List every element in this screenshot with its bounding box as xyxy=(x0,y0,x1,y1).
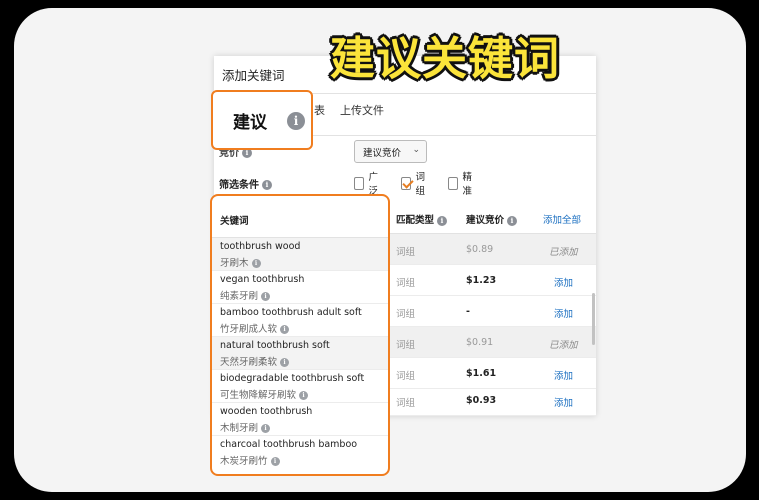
header-suggested-bid: 建议竞价 i xyxy=(466,212,518,226)
filter-exact[interactable]: 精准 xyxy=(448,172,476,197)
tab-upload-file[interactable]: 上传文件 xyxy=(340,102,384,118)
list-item: toothbrush wood 牙刷木 i xyxy=(212,238,388,271)
keyword-column-highlight: 关键词 toothbrush wood 牙刷木 i vegan toothbrus… xyxy=(210,194,390,476)
tab-suggested[interactable]: 建议 xyxy=(233,108,267,133)
list-item: charcoal toothbrush bamboo 木炭牙刷竹 i xyxy=(212,436,388,469)
suggested-bid: $0.91 xyxy=(466,337,494,348)
keyword-column-header: 关键词 xyxy=(212,196,388,238)
info-icon: i xyxy=(251,259,261,268)
suggested-bid: $1.61 xyxy=(466,368,497,379)
match-type: 词组 xyxy=(396,309,416,320)
suggested-bid: $0.93 xyxy=(466,395,497,406)
checkbox-broad[interactable] xyxy=(354,176,364,190)
add-all-button[interactable]: 添加全部 xyxy=(543,212,581,226)
keyword-translation: 木制牙刷 i xyxy=(220,420,271,434)
add-button[interactable]: 添加 xyxy=(554,395,573,409)
info-icon: i xyxy=(299,391,309,400)
keyword-text: wooden toothbrush xyxy=(220,406,313,417)
info-icon: i xyxy=(261,424,271,433)
keyword-text: bamboo toothbrush adult soft xyxy=(220,307,362,318)
header-match-type: 匹配类型 i xyxy=(396,212,448,226)
keyword-text: charcoal toothbrush bamboo xyxy=(220,439,358,450)
match-type: 词组 xyxy=(396,278,416,289)
scrollbar[interactable] xyxy=(592,293,595,345)
keyword-translation: 木炭牙刷竹 i xyxy=(220,453,280,467)
overlay-title: 建议关键词 xyxy=(330,32,561,85)
info-icon: i xyxy=(270,457,280,466)
filter-broad-label: 广泛 xyxy=(368,172,379,197)
screenshot-frame: 添加关键词 表 上传文件 竞价 i 建议竞价 ⌄ 筛选条件 i 广泛 词组 精准… xyxy=(14,8,746,492)
tab-list[interactable]: 表 xyxy=(314,102,325,118)
list-item: bamboo toothbrush adult soft 竹牙刷成人软 i xyxy=(212,304,388,337)
keyword-translation: 可生物降解牙刷软 i xyxy=(220,387,309,401)
suggested-tab-highlight[interactable]: 建议 i xyxy=(211,90,313,150)
bid-select-value: 建议竞价 xyxy=(363,148,402,159)
keyword-text: natural toothbrush soft xyxy=(220,340,330,351)
info-icon: i xyxy=(280,325,290,334)
suggested-bid: $0.89 xyxy=(466,244,494,255)
suggested-bid: $1.23 xyxy=(466,275,497,286)
list-item: natural toothbrush soft 天然牙刷柔软 i xyxy=(212,337,388,370)
added-status: 已添加 xyxy=(549,340,578,351)
bid-select[interactable]: 建议竞价 ⌄ xyxy=(354,140,427,163)
keyword-text: vegan toothbrush xyxy=(220,274,305,285)
keyword-text: toothbrush wood xyxy=(220,241,301,252)
match-type: 词组 xyxy=(396,247,416,258)
info-icon: i xyxy=(287,112,305,130)
filter-broad[interactable]: 广泛 xyxy=(354,172,382,197)
match-type: 词组 xyxy=(396,371,416,382)
info-icon: i xyxy=(262,180,272,190)
filter-phrase[interactable]: 词组 xyxy=(401,172,429,197)
keyword-translation: 竹牙刷成人软 i xyxy=(220,321,290,335)
keyword-translation: 纯素牙刷 i xyxy=(220,288,271,302)
suggested-bid: - xyxy=(466,306,470,317)
header-keyword: 关键词 xyxy=(220,216,249,227)
list-item: biodegradable toothbrush soft 可生物降解牙刷软 i xyxy=(212,370,388,403)
info-icon: i xyxy=(507,215,518,226)
filter-exact-label: 精准 xyxy=(462,172,473,197)
add-button[interactable]: 添加 xyxy=(554,306,573,320)
checkbox-exact[interactable] xyxy=(448,176,458,190)
info-icon: i xyxy=(280,358,290,367)
filter-phrase-label: 词组 xyxy=(415,172,426,197)
checkbox-phrase[interactable] xyxy=(401,176,411,190)
chevron-down-icon: ⌄ xyxy=(412,145,420,155)
match-type: 词组 xyxy=(396,398,416,409)
list-item: wooden toothbrush 木制牙刷 i xyxy=(212,403,388,436)
keyword-translation: 天然牙刷柔软 i xyxy=(220,354,290,368)
added-status: 已添加 xyxy=(549,247,578,258)
filter-label: 筛选条件 i xyxy=(219,176,272,191)
list-item: vegan toothbrush 纯素牙刷 i xyxy=(212,271,388,304)
match-type: 词组 xyxy=(396,340,416,351)
info-icon: i xyxy=(261,292,271,301)
add-button[interactable]: 添加 xyxy=(554,368,573,382)
keyword-translation: 牙刷木 i xyxy=(220,255,261,269)
add-button[interactable]: 添加 xyxy=(554,275,573,289)
info-icon: i xyxy=(437,215,448,226)
keyword-text: biodegradable toothbrush soft xyxy=(220,373,365,384)
